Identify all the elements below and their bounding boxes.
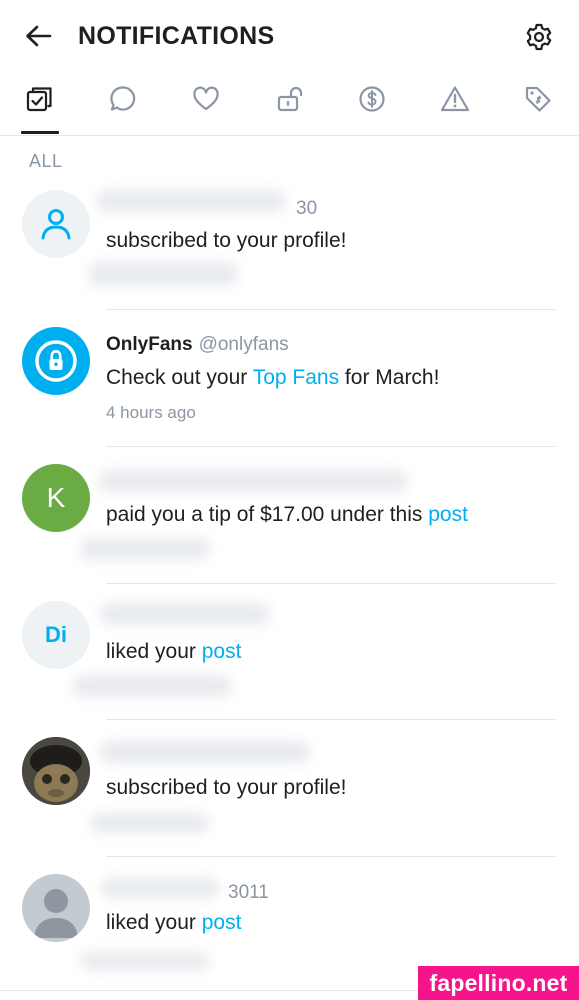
active-tab-indicator [21, 131, 59, 134]
avatar[interactable] [22, 190, 90, 258]
text-segment: for March! [339, 366, 440, 389]
avatar[interactable] [22, 737, 90, 805]
tab-likes[interactable] [184, 76, 228, 122]
redacted-time [88, 262, 238, 286]
arrow-left-icon [26, 25, 52, 47]
tab-warnings[interactable] [433, 76, 477, 122]
tab-comments[interactable] [101, 76, 145, 122]
onlyfans-lock-icon [35, 340, 77, 382]
notification-name-fragment: 3011 [228, 882, 269, 903]
tab-promotions[interactable] [516, 76, 560, 122]
avatar[interactable] [22, 327, 90, 395]
sender-handle[interactable]: @onlyfans [199, 334, 289, 355]
notification-text: Check out your Top Fans for March! [106, 366, 439, 390]
profile-photo-icon [22, 737, 90, 805]
app-header: NOTIFICATIONS [0, 0, 579, 72]
default-user-silhouette-icon [34, 889, 78, 938]
warning-triangle-icon [440, 86, 470, 112]
avatar[interactable] [22, 874, 90, 942]
redacted-time [80, 952, 210, 970]
avatar-initials: Di [45, 622, 67, 647]
redacted-time [80, 538, 210, 560]
heart-icon [193, 86, 219, 111]
avatar-initials: K [46, 482, 66, 513]
text-segment: paid you a tip of $17.00 under this [106, 503, 429, 526]
post-link[interactable]: post [428, 503, 468, 526]
watermark: fapellino.net [418, 966, 579, 1000]
redacted-name [98, 470, 408, 492]
sender-name[interactable]: OnlyFans [106, 334, 193, 355]
post-link[interactable]: post [202, 911, 242, 934]
avatar[interactable]: Di [22, 601, 90, 669]
unlock-icon [277, 86, 303, 112]
user-outline-icon [41, 209, 71, 240]
redacted-name [100, 603, 270, 625]
tab-subscriptions[interactable] [268, 76, 312, 122]
page-title: NOTIFICATIONS [78, 22, 275, 50]
notification-text: liked your post [106, 640, 241, 664]
gear-icon [526, 23, 552, 51]
redacted-time [90, 813, 210, 833]
notification-time: 4 hours ago [106, 403, 196, 422]
notification-item[interactable]: K paid you a tip of $17.00 under this po… [0, 446, 579, 583]
avatar[interactable]: K [22, 464, 90, 532]
notification-text: liked your post [106, 911, 241, 935]
notification-text: subscribed to your profile! [106, 229, 347, 252]
text-segment: liked your [106, 911, 202, 934]
redacted-name [100, 878, 220, 898]
top-fans-link[interactable]: Top Fans [253, 366, 339, 389]
notification-sender: OnlyFans @onlyfans [106, 334, 289, 356]
text-segment: Check out your [106, 366, 253, 389]
tab-tips[interactable] [350, 76, 394, 122]
speech-bubble-icon [110, 86, 136, 111]
redacted-name [96, 190, 286, 212]
back-button[interactable] [22, 20, 54, 52]
text-segment: liked your [106, 640, 202, 663]
notification-text: paid you a tip of $17.00 under this post [106, 503, 468, 527]
notification-name-fragment: 30 [296, 198, 318, 219]
price-tag-icon [525, 86, 551, 112]
dollar-circle-icon [359, 86, 385, 112]
notifications-screen: NOTIFICATIONS ALL 30 subscribed to your … [0, 0, 579, 1000]
redacted-time [72, 675, 232, 697]
checklist-icon [26, 87, 52, 112]
notification-item[interactable]: subscribed to your profile! [0, 719, 579, 856]
section-label: ALL [29, 151, 63, 171]
filter-tab-bar [0, 76, 579, 136]
redacted-name [100, 741, 310, 763]
notification-item[interactable]: Di liked your post [0, 583, 579, 720]
settings-button[interactable] [522, 20, 556, 54]
notification-item[interactable]: OnlyFans @onlyfans Check out your Top Fan… [0, 309, 579, 446]
post-link[interactable]: post [202, 640, 242, 663]
notification-item[interactable]: 30 subscribed to your profile! [0, 172, 579, 309]
notification-text: subscribed to your profile! [106, 776, 347, 799]
tab-all[interactable] [18, 76, 62, 122]
